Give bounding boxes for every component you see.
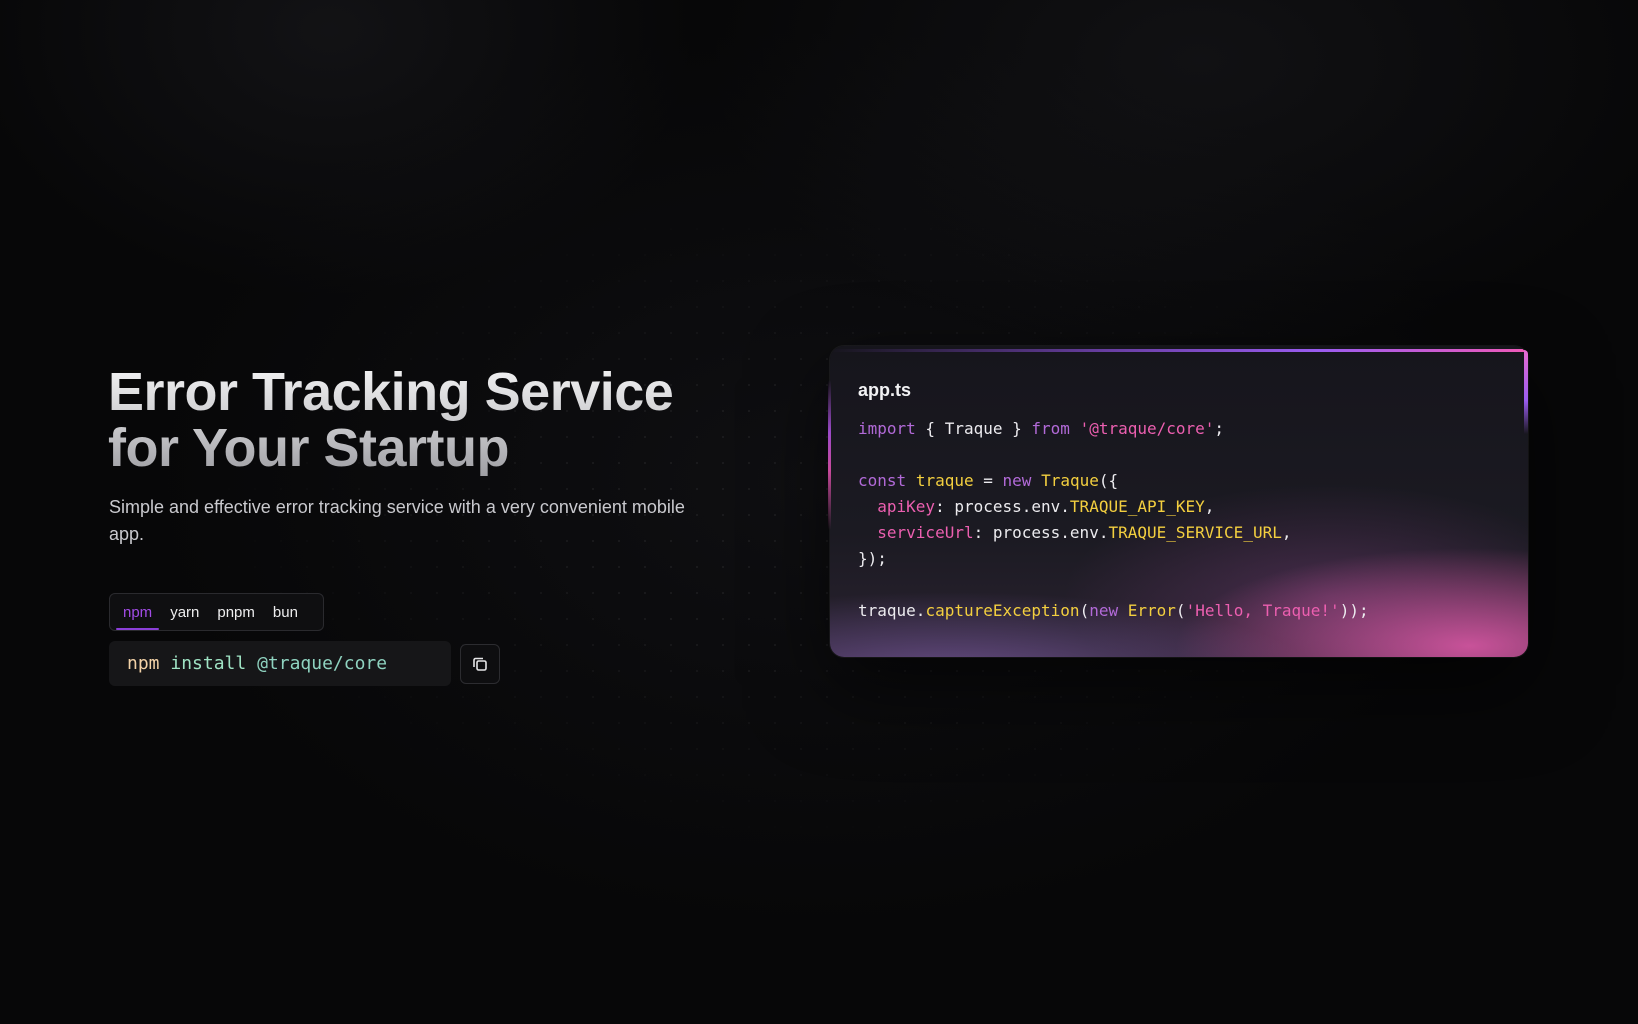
code-token: }); (858, 549, 887, 568)
code-token: '@traque/core' (1079, 419, 1215, 438)
code-line: serviceUrl: process.env.TRAQUE_SERVICE_U… (858, 520, 1369, 546)
code-filename: app.ts (858, 380, 912, 400)
code-token: new (1002, 471, 1032, 490)
code-token: import (858, 419, 916, 438)
copy-button[interactable] (460, 644, 500, 684)
code-line: import { Traque } from '@traque/core'; (858, 416, 1369, 442)
code-token: { Traque } (915, 419, 1032, 438)
code-block: import { Traque } from '@traque/core'; co… (858, 416, 1369, 624)
code-token: traque. (858, 601, 926, 620)
hero-subtitle: Simple and effective error tracking serv… (109, 497, 685, 544)
command-action: install (170, 653, 247, 674)
code-token: ({ (1098, 471, 1119, 490)
tab-bun[interactable]: bun (264, 594, 307, 630)
command-package: @traque/core (257, 653, 388, 674)
code-token: apiKey (877, 497, 936, 516)
code-token: , (1281, 523, 1292, 542)
code-token: : process.env. (935, 497, 1070, 516)
copy-icon (473, 657, 487, 671)
tab-npm[interactable]: npm (114, 594, 161, 630)
hero-title: Error Tracking Service for Your Startup (108, 364, 748, 476)
code-token: Error (1127, 601, 1176, 620)
code-token: ; (1214, 419, 1225, 438)
code-line: traque.captureException(new Error('Hello… (858, 598, 1369, 624)
code-token: traque (915, 471, 974, 490)
code-token: serviceUrl (877, 523, 974, 542)
code-line: }); (858, 546, 1369, 572)
code-line: const traque = new Traque({ (858, 468, 1369, 494)
code-token: from (1031, 419, 1070, 438)
tab-yarn[interactable]: yarn (161, 594, 208, 630)
install-command[interactable]: npm install @traque/core (109, 641, 451, 686)
code-token: TRAQUE_API_KEY (1069, 497, 1205, 516)
code-token: ( (1175, 601, 1186, 620)
page: Error Tracking Service for Your Startup … (0, 0, 1638, 1024)
hero-title-line-1: Error Tracking Service (108, 362, 674, 422)
code-token: new (1089, 601, 1119, 620)
hero-title-line-2: for Your Startup (108, 418, 510, 478)
code-token: = (973, 471, 1003, 490)
code-token: , (1204, 497, 1215, 516)
code-token: )); (1339, 601, 1369, 620)
code-token: ( (1079, 601, 1090, 620)
code-card-glow-right (1524, 350, 1528, 434)
code-card: app.ts import { Traque } from '@traque/c… (830, 346, 1528, 657)
code-token: const (858, 471, 907, 490)
code-token: captureException (925, 601, 1080, 620)
code-token: Traque (1041, 471, 1099, 490)
code-token: 'Hello, Traque!' (1185, 601, 1340, 620)
code-card-glow-left (828, 380, 831, 530)
code-line: apiKey: process.env.TRAQUE_API_KEY, (858, 494, 1369, 520)
command-manager: npm (127, 653, 160, 674)
tab-pnpm[interactable]: pnpm (208, 594, 264, 630)
code-token: : process.env. (973, 523, 1109, 542)
code-token: TRAQUE_SERVICE_URL (1108, 523, 1282, 542)
package-manager-tabs: npm yarn pnpm bun (109, 593, 324, 631)
